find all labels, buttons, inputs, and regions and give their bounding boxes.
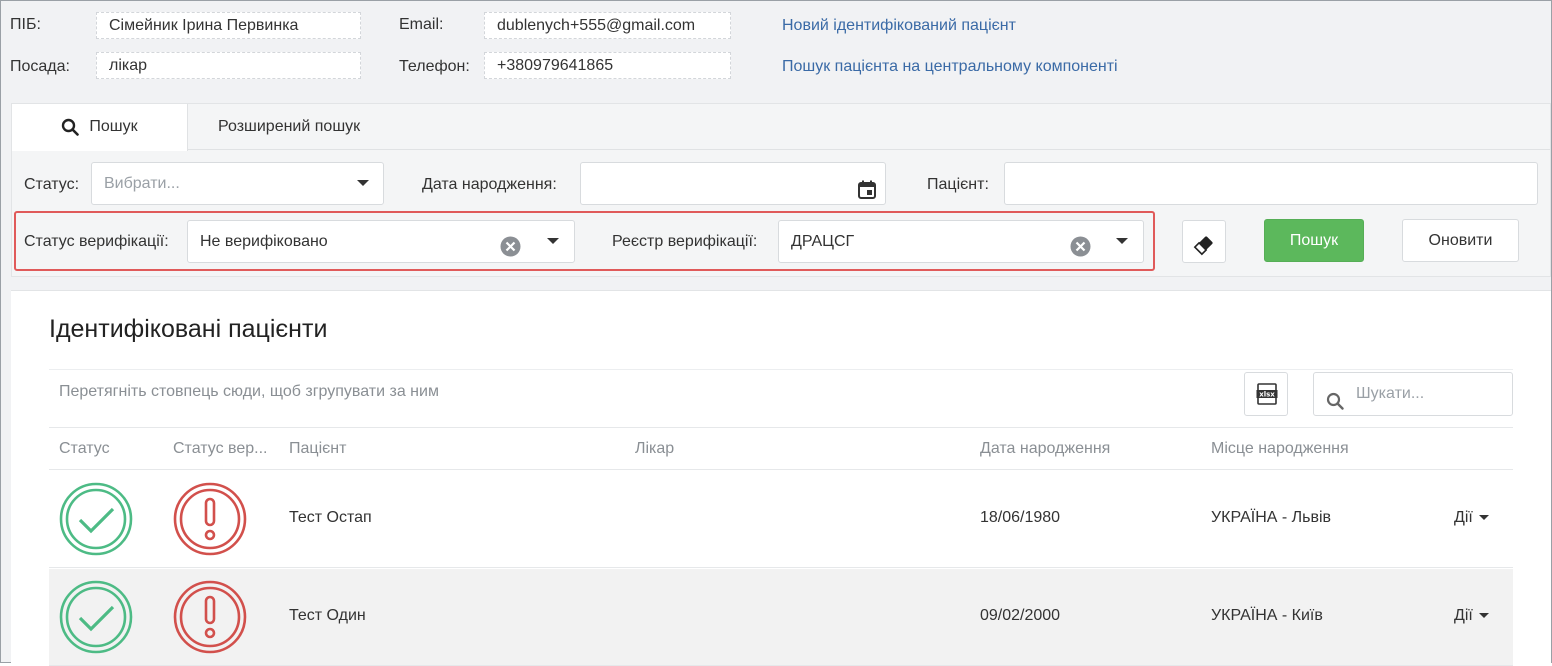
tab-search-label: Пошук xyxy=(89,118,138,135)
group-hint: Перетягніть стовпець сюди, щоб згрупуват… xyxy=(59,383,439,400)
birth-date-label: Дата народження: xyxy=(422,176,557,193)
group-panel[interactable]: Перетягніть стовпець сюди, щоб згрупуват… xyxy=(49,369,1513,427)
patient-input[interactable] xyxy=(1004,162,1538,205)
search-button[interactable]: Пошук xyxy=(1264,219,1364,262)
calendar-icon[interactable] xyxy=(858,174,876,215)
tab-search[interactable]: Пошук xyxy=(12,104,188,151)
verification-status-label: Статус верифікації: xyxy=(24,233,169,250)
tab-bar: Пошук Розширений пошук xyxy=(12,104,1550,151)
caret-down-icon xyxy=(1478,613,1489,619)
grid-title: Ідентифіковані пацієнти xyxy=(49,315,328,343)
actions-label: Дії xyxy=(1454,607,1473,624)
export-xlsx-button[interactable]: xlsx xyxy=(1244,372,1288,416)
phone-field: +380979641865 xyxy=(484,52,731,79)
refresh-button[interactable]: Оновити xyxy=(1402,219,1519,262)
column-header-status[interactable]: Статус xyxy=(59,440,110,458)
position-label: Посада: xyxy=(10,58,70,75)
pib-field: Сімейник Ірина Первинка xyxy=(96,12,361,39)
actions-dropdown[interactable]: Дії xyxy=(1454,509,1489,527)
verification-registry-select[interactable]: ДРАЦСГ xyxy=(778,220,1144,263)
caret-down-icon xyxy=(1478,515,1489,521)
email-label: Email: xyxy=(399,16,444,33)
status-filter-label: Статус: xyxy=(24,176,80,193)
clear-verification-registry-icon[interactable] xyxy=(1070,232,1091,273)
actions-dropdown[interactable]: Дії xyxy=(1454,607,1489,625)
column-header-doctor[interactable]: Лікар xyxy=(635,440,674,458)
pib-label: ПІБ: xyxy=(10,16,41,33)
new-patient-link[interactable]: Новий ідентифікований пацієнт xyxy=(782,17,1016,35)
birth-place: УКРАЇНА - Львів xyxy=(1211,509,1332,526)
phone-label: Телефон: xyxy=(399,58,470,75)
actions-label: Дії xyxy=(1454,509,1473,526)
patient-filter-label: Пацієнт: xyxy=(927,176,989,193)
verification-registry-value: ДРАЦСГ xyxy=(791,233,855,250)
column-header-birth-place[interactable]: Місце народження xyxy=(1211,440,1349,458)
central-search-link[interactable]: Пошук пацієнта на центральному компонент… xyxy=(782,58,1118,76)
status-select-placeholder: Вибрати... xyxy=(104,175,180,192)
verification-registry-label: Реєстр верифікації: xyxy=(612,233,758,250)
birth-place: УКРАЇНА - Київ xyxy=(1211,607,1323,624)
birth-date: 18/06/1980 xyxy=(980,509,1061,526)
status-ok-icon xyxy=(59,580,133,659)
status-ok-icon xyxy=(59,482,133,561)
eraser-icon xyxy=(1193,231,1215,272)
clear-filters-button[interactable] xyxy=(1182,220,1226,263)
patient-name: Тест Остап xyxy=(289,509,372,526)
clear-verification-status-icon[interactable] xyxy=(500,232,521,273)
tab-advanced-search[interactable]: Розширений пошук xyxy=(218,104,360,150)
verification-warning-icon xyxy=(173,580,247,659)
app-window: ПІБ: Сімейник Ірина Первинка Посада: лік… xyxy=(0,0,1552,666)
svg-text:xlsx: xlsx xyxy=(1259,391,1275,399)
verification-status-value: Не верифіковано xyxy=(200,233,328,250)
chevron-down-icon xyxy=(357,180,369,186)
verification-warning-icon xyxy=(173,482,247,561)
column-header-verification[interactable]: Статус вер... xyxy=(173,440,267,458)
birth-date-input[interactable] xyxy=(580,162,886,205)
status-select[interactable]: Вибрати... xyxy=(91,162,384,205)
table-row[interactable]: Тест Остап 18/06/1980 УКРАЇНА - Львів Ді… xyxy=(49,471,1513,568)
patient-name: Тест Один xyxy=(289,607,366,624)
grid-header-row: Статус Статус вер... Пацієнт Лікар Дата … xyxy=(49,427,1513,470)
column-header-birth-date[interactable]: Дата народження xyxy=(980,440,1110,458)
xlsx-icon: xlsx xyxy=(1256,383,1278,410)
column-header-patient[interactable]: Пацієнт xyxy=(289,440,346,458)
search-icon xyxy=(61,118,80,136)
search-icon xyxy=(1326,385,1344,427)
table-row[interactable]: Тест Один 09/02/2000 УКРАЇНА - Київ Дії xyxy=(49,569,1513,666)
grid-search-input[interactable]: Шукати... xyxy=(1313,372,1513,416)
chevron-down-icon xyxy=(1116,238,1128,244)
position-field: лікар xyxy=(96,52,361,79)
email-field: dublenych+555@gmail.com xyxy=(484,12,731,39)
patients-grid-panel: Ідентифіковані пацієнти Перетягніть стов… xyxy=(11,290,1551,666)
grid-search-placeholder: Шукати... xyxy=(1356,385,1425,402)
verification-status-select[interactable]: Не верифіковано xyxy=(187,220,575,263)
birth-date: 09/02/2000 xyxy=(980,607,1061,624)
tab-advanced-search-label: Розширений пошук xyxy=(218,118,361,135)
chevron-down-icon xyxy=(547,238,559,244)
